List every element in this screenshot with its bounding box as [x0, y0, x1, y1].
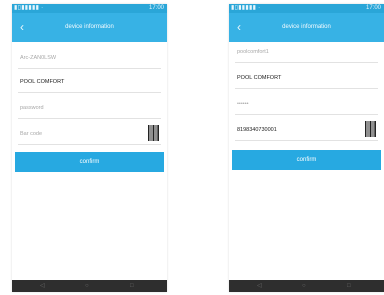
barcode-scan-icon[interactable]: [365, 121, 376, 137]
brand-value: POOL COMFORT: [237, 75, 282, 81]
bar-code-value: 8198340730001: [237, 127, 277, 133]
status-time: 17:00: [365, 5, 381, 11]
title-bar: ‹ device information: [229, 13, 384, 42]
brand-field[interactable]: POOL COMFORT: [235, 68, 378, 89]
phone-screen-left: ▮▯▮▮▮▮▮ · 17:00 ‹ device information Arc…: [12, 4, 167, 292]
title-bar: ‹ device information: [12, 13, 167, 42]
home-icon[interactable]: ○: [302, 282, 306, 290]
back-icon[interactable]: ◁: [257, 282, 262, 290]
confirm-button[interactable]: confirm: [232, 150, 381, 170]
password-field[interactable]: password: [18, 98, 161, 119]
confirm-button[interactable]: confirm: [15, 152, 164, 172]
home-icon[interactable]: ○: [85, 282, 89, 290]
bar-code-field[interactable]: Bar code: [18, 124, 161, 145]
android-nav-bar: ◁ ○ □: [12, 280, 167, 292]
barcode-scan-icon[interactable]: [148, 125, 159, 141]
password-value: ••••••: [237, 101, 249, 107]
recent-apps-icon[interactable]: □: [130, 282, 134, 290]
password-field[interactable]: ••••••: [235, 94, 378, 115]
brand-value: POOL COMFORT: [20, 79, 65, 85]
device-name-placeholder: Arc-ZAN0LSW: [20, 55, 57, 61]
bar-code-placeholder: Bar code: [20, 131, 43, 137]
device-name-field[interactable]: Arc-ZAN0LSW: [18, 48, 161, 69]
device-name-field[interactable]: poolcomfort1: [235, 42, 378, 63]
bar-code-field[interactable]: 8198340730001: [235, 120, 378, 141]
status-time: 17:00: [148, 5, 164, 11]
phone-screen-right: ▮▯▮▮▮▮▮ · 17:00 ‹ device information poo…: [229, 4, 384, 292]
brand-field[interactable]: POOL COMFORT: [18, 72, 161, 93]
page-title: device information: [65, 24, 114, 30]
status-icons: ▮▯▮▮▮▮▮ ·: [14, 5, 44, 11]
android-nav-bar: ◁ ○ □: [229, 280, 384, 292]
page-title: device information: [282, 24, 331, 30]
device-name-placeholder: poolcomfort1: [237, 49, 269, 55]
password-placeholder: password: [20, 105, 44, 111]
back-icon[interactable]: ◁: [40, 282, 45, 290]
status-icons: ▮▯▮▮▮▮▮ ·: [231, 5, 261, 11]
status-bar: ▮▯▮▮▮▮▮ · 17:00: [12, 4, 167, 13]
status-bar: ▮▯▮▮▮▮▮ · 17:00: [229, 4, 384, 13]
recent-apps-icon[interactable]: □: [347, 282, 351, 290]
